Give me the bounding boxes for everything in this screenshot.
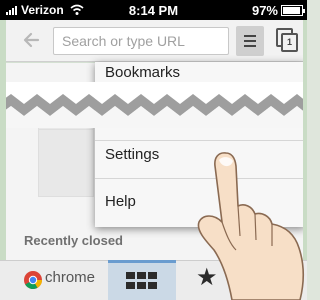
phone-screen: Recently closed Search or type URL 1 Ver… xyxy=(0,0,307,300)
search-input[interactable]: Search or type URL xyxy=(53,27,229,55)
most-visited-tab[interactable] xyxy=(108,260,176,300)
menu-item-bookmarks[interactable]: Bookmarks xyxy=(95,64,305,81)
menu-item-settings[interactable]: Settings xyxy=(95,146,305,163)
tab-count: 1 xyxy=(281,33,298,52)
bookmarks-star-icon[interactable]: ★ xyxy=(196,266,218,290)
frame-edge xyxy=(303,20,307,260)
status-bar: Verizon 8:14 PM 97% xyxy=(0,0,307,20)
chrome-logo-icon xyxy=(24,271,42,289)
menu-item-help[interactable]: Help xyxy=(95,193,305,210)
browser-toolbar: Search or type URL 1 xyxy=(0,20,307,62)
battery-icon xyxy=(281,5,305,16)
tab-switcher-button[interactable]: 1 xyxy=(276,28,300,54)
menu-divider xyxy=(95,140,305,141)
menu-button[interactable] xyxy=(236,26,264,56)
recently-closed-heading: Recently closed xyxy=(24,233,123,248)
battery-percent: 97% xyxy=(251,3,278,18)
back-arrow-icon[interactable] xyxy=(22,30,42,50)
torn-edge-graphic xyxy=(0,82,307,128)
frame-edge xyxy=(0,20,6,260)
other-devices-icon[interactable] xyxy=(262,266,292,292)
chrome-brand-label: chrome xyxy=(45,269,96,286)
menu-divider xyxy=(95,178,305,179)
menu-icon xyxy=(244,35,256,37)
most-visited-thumbnail[interactable] xyxy=(38,129,94,197)
grid-icon xyxy=(126,272,158,290)
